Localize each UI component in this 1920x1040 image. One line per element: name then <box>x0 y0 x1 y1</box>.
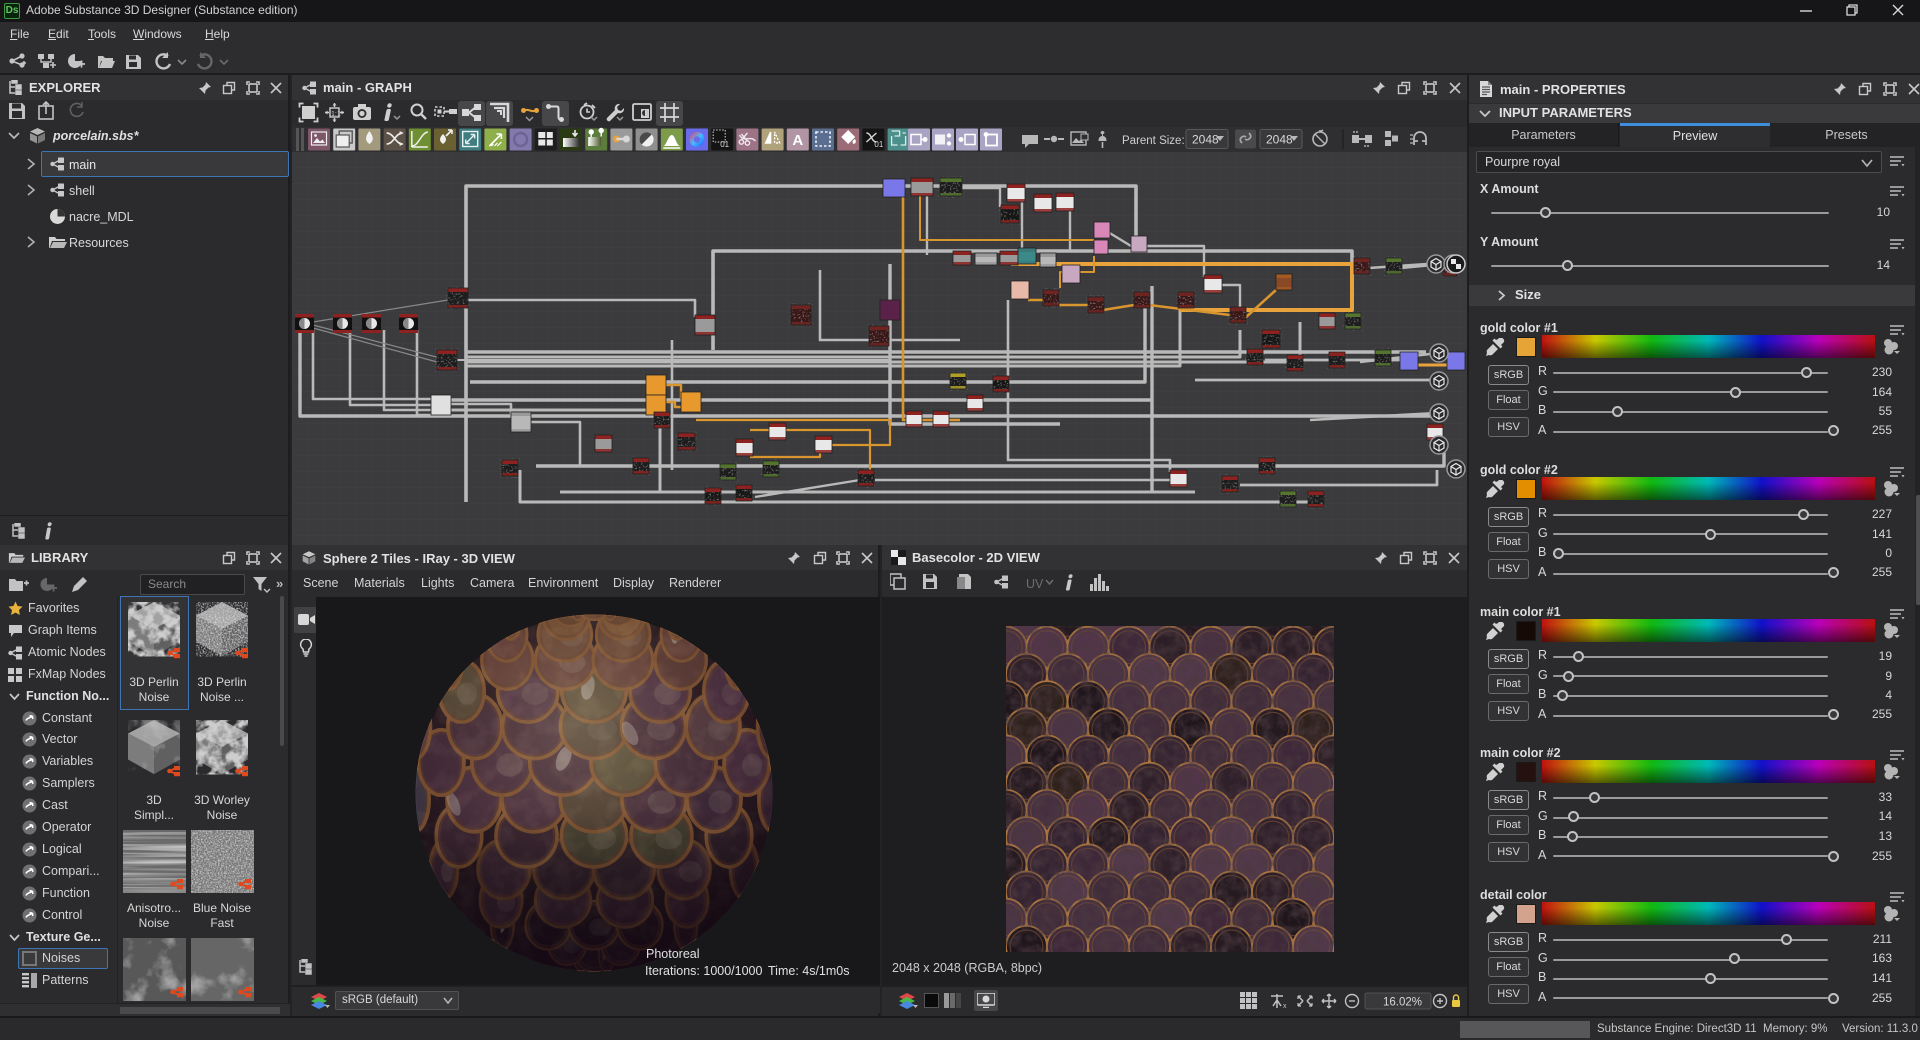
svg-text:UV: UV <box>1026 577 1044 591</box>
svg-text:Blue Noise: Blue Noise <box>193 901 251 915</box>
svg-text:Photoreal: Photoreal <box>646 947 700 961</box>
svg-text:01: 01 <box>720 140 729 149</box>
svg-text:Noise ...: Noise ... <box>200 690 244 704</box>
svg-text:3D Worley: 3D Worley <box>194 793 250 807</box>
svg-text:Parent Size:: Parent Size: <box>1122 135 1185 147</box>
svg-text:3D Perlin: 3D Perlin <box>129 675 178 689</box>
svg-text:16.02%: 16.02% <box>1383 997 1422 1009</box>
svg-text:2048: 2048 <box>1266 133 1293 147</box>
svg-text:01: 01 <box>874 140 883 149</box>
svg-text:3D Perlin: 3D Perlin <box>197 675 246 689</box>
svg-text:Simpl...: Simpl... <box>134 808 174 822</box>
svg-text:x: x <box>1283 1003 1287 1010</box>
svg-text:A: A <box>792 132 803 149</box>
svg-text:2048 x 2048 (RGBA, 8bpc): 2048 x 2048 (RGBA, 8bpc) <box>892 961 1042 975</box>
svg-text:Noise: Noise <box>139 690 170 704</box>
svg-text:Noise: Noise <box>139 916 170 930</box>
svg-text:Fast: Fast <box>210 916 234 930</box>
svg-text:Noise: Noise <box>207 808 238 822</box>
svg-text:2048: 2048 <box>1192 133 1219 147</box>
svg-text:Time: 4s/1m0s: Time: 4s/1m0s <box>768 964 850 978</box>
svg-text:1:1: 1:1 <box>331 111 341 118</box>
svg-text:Anisotro...: Anisotro... <box>127 901 181 915</box>
svg-text:3D: 3D <box>146 793 162 807</box>
svg-text:Iterations: 1000/1000: Iterations: 1000/1000 <box>645 964 762 978</box>
